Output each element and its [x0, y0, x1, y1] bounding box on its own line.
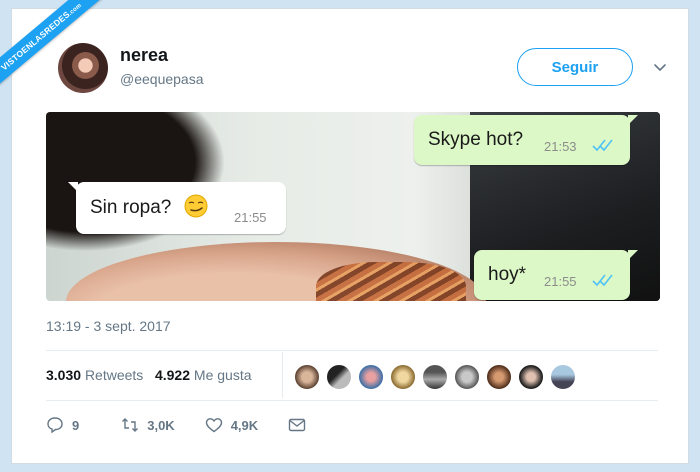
follow-button[interactable]: Seguir	[517, 48, 633, 86]
divider	[282, 352, 283, 398]
likes-label[interactable]: Me gusta	[194, 367, 252, 383]
tweet-stats: 3.030 Retweets 4.922 Me gusta	[46, 367, 252, 383]
divider	[46, 400, 658, 401]
retweet-icon	[122, 418, 139, 432]
photo-fabric	[316, 262, 466, 301]
user-name[interactable]: nerea	[120, 45, 168, 66]
avatar[interactable]	[58, 43, 108, 93]
liker-avatar[interactable]	[550, 364, 576, 390]
message-text: hoy*	[488, 264, 527, 285]
liker-avatar[interactable]	[454, 364, 480, 390]
liker-avatar[interactable]	[358, 364, 384, 390]
divider	[46, 350, 658, 351]
reply-button[interactable]: 9	[46, 416, 79, 434]
like-button[interactable]: 4,9K	[205, 416, 258, 434]
tweet-media-image[interactable]: Skype hot? 21:53 Sin ropa? 21:55 hoy* 21…	[46, 112, 660, 301]
likes-count[interactable]: 4.922	[155, 367, 190, 383]
liker-avatar[interactable]	[294, 364, 320, 390]
like-count: 4,9K	[230, 417, 259, 433]
liker-avatar[interactable]	[486, 364, 512, 390]
message-text: Skype hot?	[428, 129, 524, 150]
message-text: Sin ropa?	[90, 197, 172, 218]
chat-bubble-outgoing: Skype hot? 21:53	[414, 115, 638, 165]
smirking-face-emoji-icon	[184, 194, 208, 218]
tweet-timestamp[interactable]: 13:19 - 3 sept. 2017	[46, 318, 171, 334]
direct-message-button[interactable]	[288, 416, 306, 434]
read-ticks-icon	[592, 139, 613, 152]
envelope-icon	[288, 418, 306, 432]
message-time: 21:55	[234, 210, 267, 225]
chat-bubble-incoming: Sin ropa? 21:55	[68, 182, 286, 234]
heart-icon	[205, 418, 222, 433]
retweets-label[interactable]: Retweets	[85, 367, 143, 383]
liker-avatars	[294, 364, 576, 390]
retweet-button[interactable]: 3,0K	[121, 416, 175, 434]
chevron-down-icon[interactable]	[652, 59, 668, 75]
retweets-count[interactable]: 3.030	[46, 367, 81, 383]
message-time: 21:53	[544, 139, 577, 154]
message-time: 21:55	[544, 274, 577, 289]
chat-bubble-outgoing: hoy* 21:55	[474, 250, 638, 300]
tweet-actions: 9 3,0K 4,9K	[46, 416, 306, 434]
liker-avatar[interactable]	[518, 364, 544, 390]
liker-avatar[interactable]	[326, 364, 352, 390]
retweet-count: 3,0K	[147, 417, 175, 433]
liker-avatar[interactable]	[390, 364, 416, 390]
reply-icon	[47, 417, 63, 434]
liker-avatar[interactable]	[422, 364, 448, 390]
reply-count: 9	[72, 417, 80, 433]
read-ticks-icon	[592, 274, 613, 287]
user-handle[interactable]: @eequepasa	[120, 71, 204, 87]
